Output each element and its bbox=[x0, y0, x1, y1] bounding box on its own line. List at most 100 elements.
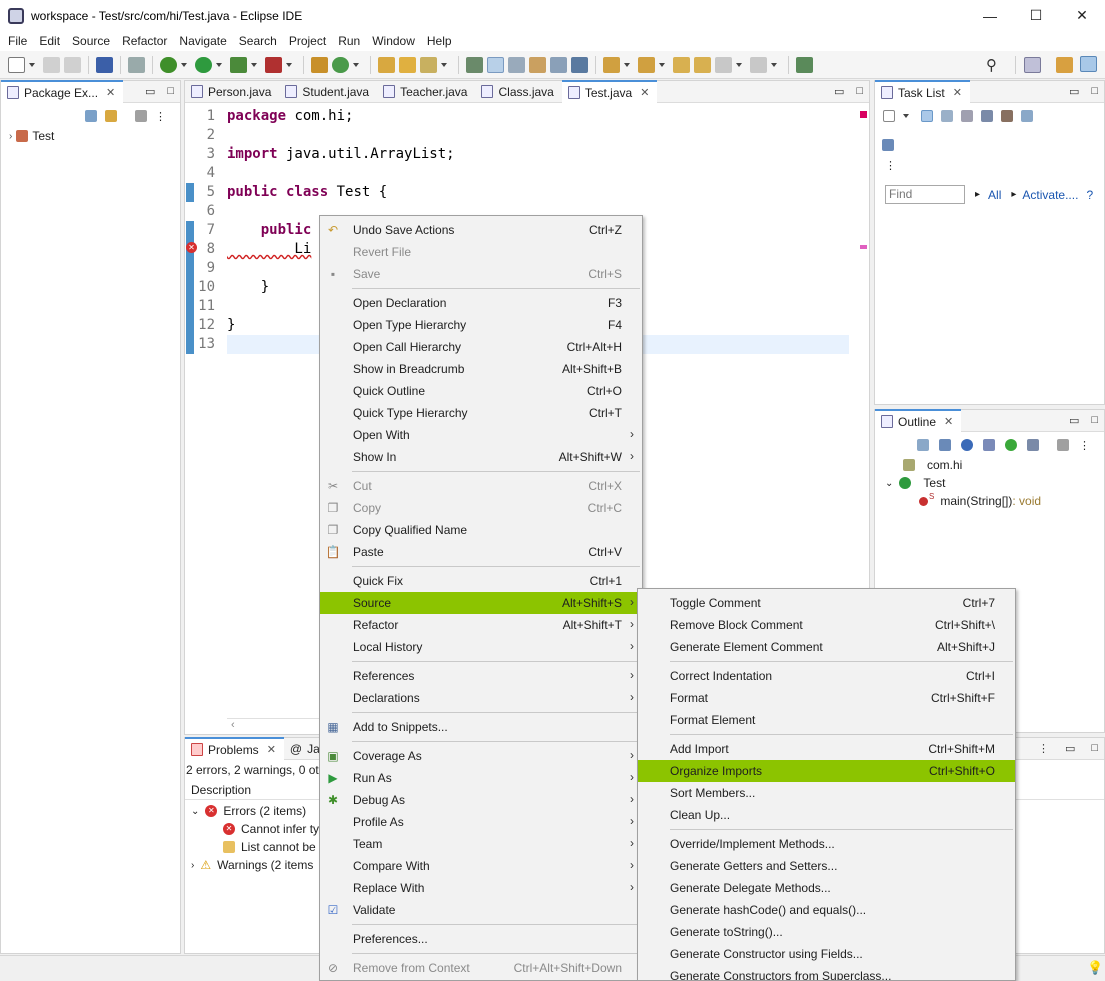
menu-item-validate[interactable]: ☑ Validate bbox=[320, 899, 642, 921]
view-menu-icon[interactable]: ⋮ bbox=[1038, 742, 1049, 755]
coverage-icon[interactable] bbox=[230, 56, 247, 73]
project-tree-item[interactable]: › Test bbox=[9, 129, 54, 143]
menu-item-add-import[interactable]: Add Import Ctrl+Shift+M bbox=[638, 738, 1015, 760]
menu-item-generate-tostring[interactable]: Generate toString()... bbox=[638, 921, 1015, 943]
minimize-icon[interactable]: ▭ bbox=[834, 85, 844, 98]
tab-teacher-java[interactable]: Teacher.java bbox=[377, 81, 475, 103]
word-wrap-icon[interactable] bbox=[529, 56, 546, 73]
tab-student-java[interactable]: Student.java bbox=[279, 81, 377, 103]
menu-item-organize-imports[interactable]: Organize Imports Ctrl+Shift+O bbox=[638, 760, 1015, 782]
menu-item-generate-element-comment[interactable]: Generate Element Comment Alt+Shift+J bbox=[638, 636, 1015, 658]
debug-icon[interactable] bbox=[160, 56, 177, 73]
external-tools-icon[interactable] bbox=[265, 56, 282, 73]
menu-item-toggle-comment[interactable]: Toggle Comment Ctrl+7 bbox=[638, 592, 1015, 614]
activate-link[interactable]: Activate.... bbox=[1022, 188, 1078, 202]
show-whitespace-icon[interactable] bbox=[550, 56, 567, 73]
chevron-right-icon[interactable]: › bbox=[191, 860, 194, 871]
menu-navigate[interactable]: Navigate bbox=[175, 34, 230, 48]
maximize-icon[interactable]: □ bbox=[1091, 414, 1098, 427]
chevron-down-icon[interactable] bbox=[251, 62, 257, 67]
java-perspective-icon[interactable] bbox=[1080, 56, 1097, 72]
sync-icon[interactable] bbox=[1021, 110, 1033, 122]
menu-item-compare-with[interactable]: Compare With › bbox=[320, 855, 642, 877]
open-type-icon[interactable] bbox=[378, 56, 395, 73]
lightbulb-icon[interactable]: 💡 bbox=[1087, 960, 1103, 976]
tab-problems[interactable]: Problems ✕ bbox=[185, 737, 284, 760]
minimize-button[interactable]: — bbox=[967, 0, 1013, 31]
tab-outline[interactable]: Outline ✕ bbox=[875, 409, 962, 432]
menu-item-undo-save-actions[interactable]: ↶ Undo Save Actions Ctrl+Z bbox=[320, 219, 642, 241]
pin-editor-icon[interactable] bbox=[796, 56, 813, 73]
menu-item-paste[interactable]: 📋 Paste Ctrl+V bbox=[320, 541, 642, 563]
menu-item-quick-fix[interactable]: Quick Fix Ctrl+1 bbox=[320, 570, 642, 592]
menu-item-show-in-breadcrumb[interactable]: Show in Breadcrumb Alt+Shift+B bbox=[320, 358, 642, 380]
menu-item-quick-type-hierarchy[interactable]: Quick Type Hierarchy Ctrl+T bbox=[320, 402, 642, 424]
menu-item-generate-constructor-using-fields[interactable]: Generate Constructor using Fields... bbox=[638, 943, 1015, 965]
menu-edit[interactable]: Edit bbox=[35, 34, 64, 48]
collapse-icon[interactable] bbox=[1001, 110, 1013, 122]
last-edit-location-icon[interactable] bbox=[673, 56, 690, 73]
new-task-icon[interactable] bbox=[883, 110, 895, 122]
focus-icon[interactable] bbox=[961, 110, 973, 122]
menu-item-local-history[interactable]: Local History › bbox=[320, 636, 642, 658]
chevron-down-icon[interactable] bbox=[286, 62, 292, 67]
pilcrow-icon[interactable] bbox=[571, 56, 588, 73]
tab-package-explorer[interactable]: Package Ex... ✕ bbox=[1, 80, 124, 103]
outline-class[interactable]: ⌄ Test bbox=[885, 476, 945, 490]
repository-icon[interactable] bbox=[882, 139, 894, 151]
menu-source[interactable]: Source bbox=[68, 34, 114, 48]
hide-completed-icon[interactable] bbox=[981, 110, 993, 122]
hide-static-icon[interactable] bbox=[983, 439, 995, 451]
minimize-icon[interactable]: ▭ bbox=[1069, 85, 1079, 98]
menu-file[interactable]: File bbox=[4, 34, 31, 48]
menu-item-add-to-snippets[interactable]: ▦ Add to Snippets... bbox=[320, 716, 642, 738]
find-input[interactable]: Find bbox=[885, 185, 965, 204]
menu-item-open-type-hierarchy[interactable]: Open Type Hierarchy F4 bbox=[320, 314, 642, 336]
maximize-icon[interactable]: □ bbox=[1091, 742, 1098, 755]
error-marker-icon[interactable]: ✕ bbox=[186, 242, 197, 253]
menu-item-quick-outline[interactable]: Quick Outline Ctrl+O bbox=[320, 380, 642, 402]
link-with-editor-icon[interactable] bbox=[105, 110, 117, 122]
run-icon[interactable] bbox=[195, 56, 212, 73]
menu-help[interactable]: Help bbox=[423, 34, 456, 48]
block-selection-icon[interactable] bbox=[508, 56, 525, 73]
menu-item-generate-constructors-from-superclass[interactable]: Generate Constructors from Superclass... bbox=[638, 965, 1015, 980]
new-java-project-icon[interactable] bbox=[311, 56, 328, 73]
open-perspective-icon[interactable] bbox=[1024, 57, 1041, 73]
chevron-down-icon[interactable] bbox=[903, 114, 909, 118]
menu-run[interactable]: Run bbox=[334, 34, 364, 48]
menu-item-generate-hashcode-and-equals[interactable]: Generate hashCode() and equals()... bbox=[638, 899, 1015, 921]
chevron-down-icon[interactable] bbox=[181, 62, 187, 67]
menu-item-sort-members[interactable]: Sort Members... bbox=[638, 782, 1015, 804]
chevron-down-icon[interactable] bbox=[771, 62, 777, 67]
close-icon[interactable]: ✕ bbox=[944, 415, 953, 428]
error-item[interactable]: ✕ Cannot infer ty bbox=[223, 822, 319, 836]
menu-item-profile-as[interactable]: Profile As › bbox=[320, 811, 642, 833]
terminal-icon[interactable] bbox=[96, 56, 113, 73]
menu-refactor[interactable]: Refactor bbox=[118, 34, 171, 48]
view-menu-icon[interactable]: ⋮ bbox=[155, 110, 166, 123]
scheduled-icon[interactable] bbox=[941, 110, 953, 122]
menu-item-references[interactable]: References › bbox=[320, 665, 642, 687]
skip-breakpoints-icon[interactable] bbox=[128, 56, 145, 73]
menu-project[interactable]: Project bbox=[285, 34, 330, 48]
menu-item-show-in[interactable]: Show In Alt+Shift+W › bbox=[320, 446, 642, 468]
outline-method[interactable]: S main(String[]) : void bbox=[919, 492, 1041, 508]
hide-nonpublic-icon[interactable] bbox=[1005, 439, 1017, 451]
menu-search[interactable]: Search bbox=[235, 34, 281, 48]
collapse-all-icon[interactable] bbox=[917, 439, 929, 451]
menu-item-override-implement-methods[interactable]: Override/Implement Methods... bbox=[638, 833, 1015, 855]
menu-item-generate-getters-and-setters[interactable]: Generate Getters and Setters... bbox=[638, 855, 1015, 877]
menu-item-source[interactable]: Source Alt+Shift+S › bbox=[320, 592, 642, 614]
menu-item-open-with[interactable]: Open With › bbox=[320, 424, 642, 446]
chevron-down-icon[interactable] bbox=[353, 62, 359, 67]
tab-class-java[interactable]: Class.java bbox=[475, 81, 561, 103]
menu-item-replace-with[interactable]: Replace With › bbox=[320, 877, 642, 899]
view-menu-icon[interactable]: ⋮ bbox=[885, 159, 896, 172]
chevron-down-icon[interactable] bbox=[659, 62, 665, 67]
focus-icon[interactable] bbox=[1057, 439, 1069, 451]
menu-item-refactor[interactable]: Refactor Alt+Shift+T › bbox=[320, 614, 642, 636]
menu-item-coverage-as[interactable]: ▣ Coverage As › bbox=[320, 745, 642, 767]
close-icon[interactable]: ✕ bbox=[953, 86, 962, 99]
mark-occurrences-icon[interactable] bbox=[487, 56, 504, 73]
